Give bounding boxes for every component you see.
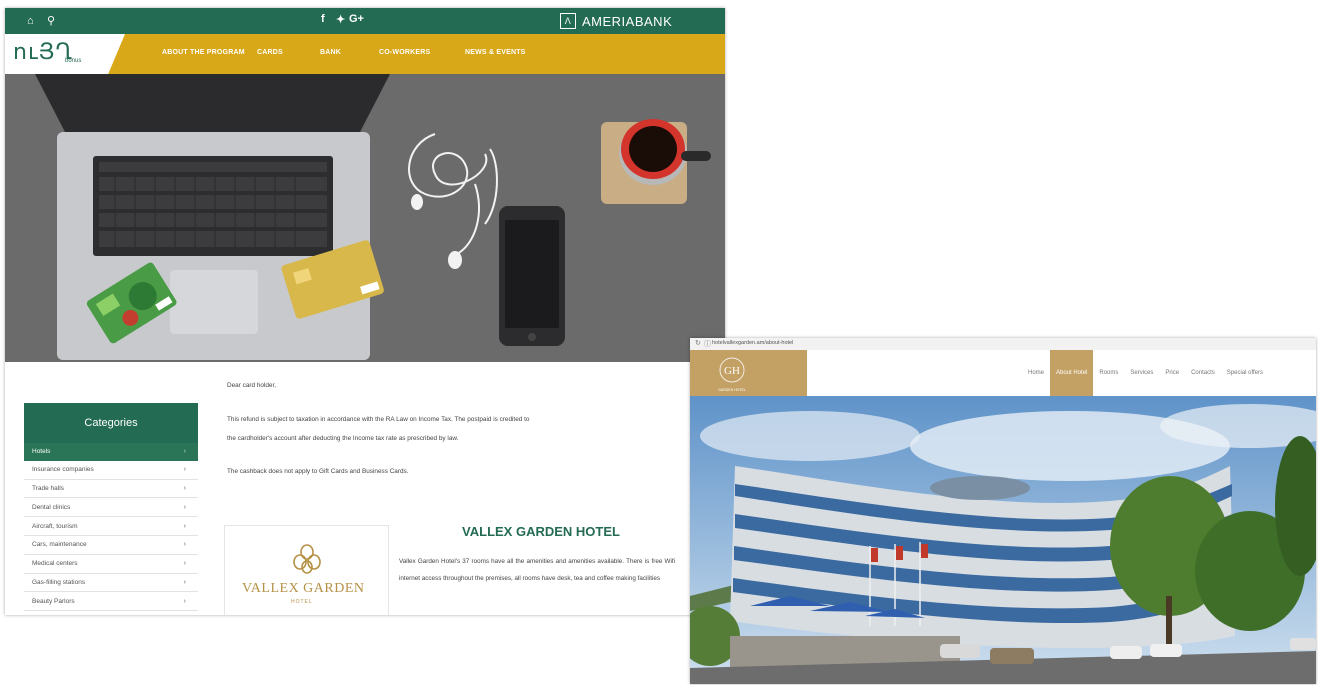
chevron-right-icon: › (183, 448, 186, 456)
refund-text-line1: This refund is subject to taxation in ac… (227, 416, 530, 423)
category-item[interactable]: Cars, maintenance › (24, 536, 198, 555)
facebook-icon[interactable]: f (321, 13, 325, 25)
category-label: Beauty Parlors (32, 597, 75, 605)
ameriabank-logo[interactable]: Λ AMERIABANK (560, 12, 672, 30)
chevron-right-icon: › (183, 560, 186, 568)
greeting-text: Dear card holder, (227, 382, 277, 389)
search-icon[interactable]: ⚲ (47, 14, 55, 28)
chevron-right-icon: › (183, 484, 186, 492)
hotel-building-illustration (690, 396, 1316, 684)
category-label: Medical centers (32, 560, 78, 568)
url-text: hotelvallexgarden.am/about-hotel (712, 340, 794, 346)
hotel-header: GH GARDEN HOTEL Home About Hotel Rooms S… (690, 350, 1316, 396)
chevron-right-icon: › (183, 503, 186, 511)
chevron-right-icon: › (183, 597, 186, 605)
hotel-nav-about[interactable]: About Hotel (1050, 350, 1094, 396)
ameriabank-mark-icon: Λ (560, 13, 576, 29)
hotel-nav-home[interactable]: Home (1022, 350, 1050, 396)
laptop-illustration (35, 74, 390, 360)
hotel-website-window: ↻ ⓘ hotelvallexgarden.am/about-hotel GH … (690, 338, 1316, 684)
category-label: Hotels (32, 448, 51, 456)
category-label: Insurance companies (32, 466, 94, 474)
hotel-nav-special-offers[interactable]: Special offers (1221, 350, 1269, 396)
category-item[interactable]: Trade halls › (24, 480, 198, 499)
category-label: Trade halls (32, 484, 64, 492)
category-item[interactable]: Beauty Parlors › (24, 592, 198, 612)
chevron-right-icon: › (183, 541, 186, 549)
main-nav: ուՅՂ bonus ABOUT THE PROGRAM CARDS BANK … (5, 34, 725, 74)
hotel-logo-card[interactable]: VALLEX GARDEN HOTEL (224, 525, 389, 615)
hotel-photo (690, 396, 1316, 684)
category-label: Gas-filling stations (32, 578, 86, 586)
info-icon: ⓘ (704, 341, 711, 348)
hero-image (5, 74, 725, 362)
hotel-logo-caption: GARDEN HOTEL (718, 388, 746, 392)
hotel-monogram-text: GH (724, 365, 740, 377)
home-icon[interactable]: ⌂ (27, 14, 34, 28)
hotel-nav: Home About Hotel Rooms Services Price Co… (1022, 350, 1269, 396)
logo-subtitle: bonus (65, 58, 82, 64)
category-item[interactable]: Medical centers › (24, 555, 198, 574)
nav-news-events[interactable]: NEWS & EVENTS (465, 49, 526, 56)
refund-text-line2: the cardholder's account after deducting… (227, 435, 459, 442)
categories-panel: Categories Hotels › Insurance companies … (24, 403, 198, 612)
ameriabank-wordmark: AMERIABANK (582, 13, 673, 29)
phone-illustration (499, 206, 565, 346)
chevron-right-icon: › (183, 466, 186, 474)
nav-cards[interactable]: CARDS (257, 49, 283, 56)
category-item[interactable]: Hotels › (24, 443, 198, 461)
category-label: Aircraft, tourism (32, 522, 78, 530)
hotel-logo-subtitle: HOTEL (291, 599, 313, 605)
top-bar: ⌂ ⚲ f ✦ G+ Λ AMERIABANK (5, 8, 725, 34)
category-item[interactable]: Insurance companies › (24, 461, 198, 480)
hotel-title: VALLEX GARDEN HOTEL (462, 524, 620, 539)
google-plus-icon[interactable]: G+ (349, 13, 364, 25)
nav-bank[interactable]: BANK (320, 49, 341, 56)
hotel-logo-name: VALLEX GARDEN (242, 581, 365, 596)
hotel-nav-contacts[interactable]: Contacts (1185, 350, 1221, 396)
site-logo[interactable]: ուՅՂ bonus (5, 34, 125, 74)
chevron-right-icon: › (183, 578, 186, 586)
nav-about-program[interactable]: ABOUT THE PROGRAM (162, 49, 245, 56)
category-item[interactable]: Dental clinics › (24, 498, 198, 518)
twitter-icon[interactable]: ✦ (336, 13, 345, 26)
category-item[interactable]: Gas-filling stations › (24, 574, 198, 593)
nav-co-workers[interactable]: CO-WORKERS (379, 49, 430, 56)
category-label: Cars, maintenance (32, 541, 87, 549)
hotel-nav-services[interactable]: Services (1124, 350, 1159, 396)
chevron-right-icon: › (183, 522, 186, 530)
categories-title: Categories (24, 403, 198, 443)
cashback-text: The cashback does not apply to Gift Card… (227, 468, 409, 475)
hotel-site-logo[interactable]: GH GARDEN HOTEL (690, 350, 807, 396)
hero-illustration (5, 74, 725, 362)
hotel-monogram-icon: GH GARDEN HOTEL (718, 357, 746, 392)
reload-icon[interactable]: ↻ (695, 339, 701, 347)
hotel-description: Vallex Garden Hotel's 37 rooms have all … (399, 558, 675, 582)
category-item[interactable]: Aircraft, tourism › (24, 517, 198, 536)
category-label: Dental clinics (32, 503, 71, 511)
hotel-emblem-icon (293, 544, 321, 574)
hotel-nav-price[interactable]: Price (1159, 350, 1185, 396)
hotel-nav-rooms[interactable]: Rooms (1093, 350, 1124, 396)
bank-website-window: ⌂ ⚲ f ✦ G+ Λ AMERIABANK ուՅՂ bonus ABOUT… (5, 8, 725, 615)
